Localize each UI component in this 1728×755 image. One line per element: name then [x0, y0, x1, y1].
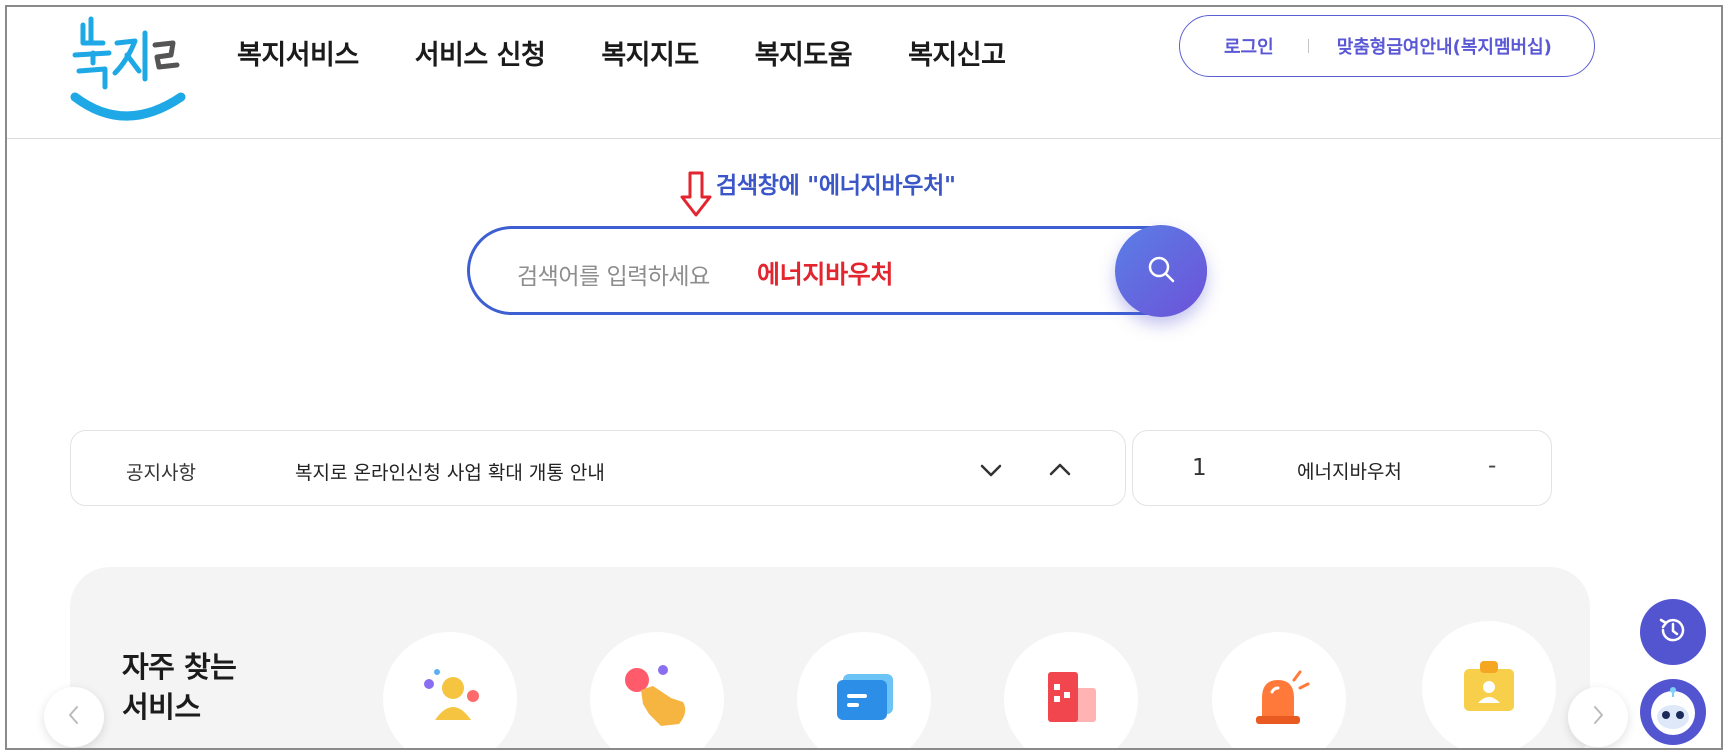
- annotation-text: 검색창에 "에너지바우처": [716, 173, 956, 199]
- carousel-prev-button[interactable]: [44, 687, 104, 747]
- link-divider: [1307, 39, 1309, 53]
- down-arrow-icon: [680, 171, 712, 219]
- notice-bar: 공지사항 복지로 온라인신청 사업 확대 개통 안내: [70, 430, 1126, 506]
- search-input[interactable]: 에너지바우처: [757, 255, 894, 291]
- robot-icon: [1640, 679, 1706, 745]
- chatbot-button[interactable]: [1640, 679, 1706, 745]
- nav-welfare-map[interactable]: 복지지도: [601, 33, 699, 72]
- services-title-line1: 자주 찾는: [122, 650, 237, 684]
- nav-welfare-report[interactable]: 복지신고: [908, 33, 1006, 72]
- top-links-box: 로그인 맞춤형급여안내(복지멤버십): [1179, 15, 1595, 77]
- carousel-next-button[interactable]: [1568, 687, 1628, 747]
- nav-service-application[interactable]: 서비스 신청: [415, 33, 546, 72]
- chevron-up-icon[interactable]: [1045, 455, 1075, 485]
- rank-term[interactable]: 에너지바우처: [1297, 457, 1402, 484]
- main-nav: 복지서비스 서비스 신청 복지지도 복지도움 복지신고: [237, 33, 1061, 72]
- search-annotation: 검색창에 "에너지바우처": [680, 165, 956, 219]
- popular-search-rank[interactable]: 1 에너지바우처 -: [1132, 430, 1552, 506]
- recent-history-button[interactable]: [1640, 599, 1706, 665]
- search-box[interactable]: 검색어를 입력하세요 에너지바우처: [467, 226, 1207, 315]
- building-icon: [1036, 662, 1106, 736]
- nav-welfare-services[interactable]: 복지서비스: [237, 33, 359, 72]
- nav-welfare-help[interactable]: 복지도움: [755, 33, 853, 72]
- membership-link[interactable]: 맞춤형급여안내(복지멤버십): [1337, 33, 1552, 59]
- search-button[interactable]: [1115, 225, 1207, 317]
- site-header: 복지서비스 서비스 신청 복지지도 복지도움 복지신고 로그인 맞춤형급여안내(…: [7, 7, 1721, 139]
- message-card-icon: [829, 662, 899, 736]
- search-placeholder: 검색어를 입력하세요: [517, 264, 710, 290]
- chevron-left-icon: [64, 703, 84, 731]
- frequent-services-title: 자주 찾는 서비스: [122, 647, 237, 727]
- chevron-right-icon: [1588, 703, 1608, 731]
- bokjiro-logo[interactable]: [69, 15, 189, 125]
- services-title-line2: 서비스: [122, 690, 201, 724]
- rank-number: 1: [1192, 455, 1207, 481]
- people-icon: [415, 662, 485, 736]
- service-item-id-card[interactable]: [1422, 621, 1556, 748]
- hand-pointer-icon: [619, 662, 695, 736]
- notice-item[interactable]: 복지로 온라인신청 사업 확대 개통 안내: [295, 458, 605, 485]
- id-card-icon: [1454, 651, 1524, 725]
- chevron-down-icon[interactable]: [976, 455, 1006, 485]
- rank-change: -: [1488, 453, 1497, 479]
- page-frame: 복지서비스 서비스 신청 복지지도 복지도움 복지신고 로그인 맞춤형급여안내(…: [5, 5, 1723, 750]
- history-icon: [1655, 612, 1691, 652]
- siren-icon: [1244, 662, 1314, 736]
- search-icon: [1146, 254, 1176, 288]
- login-link[interactable]: 로그인: [1224, 33, 1274, 59]
- notice-label: 공지사항: [126, 462, 196, 484]
